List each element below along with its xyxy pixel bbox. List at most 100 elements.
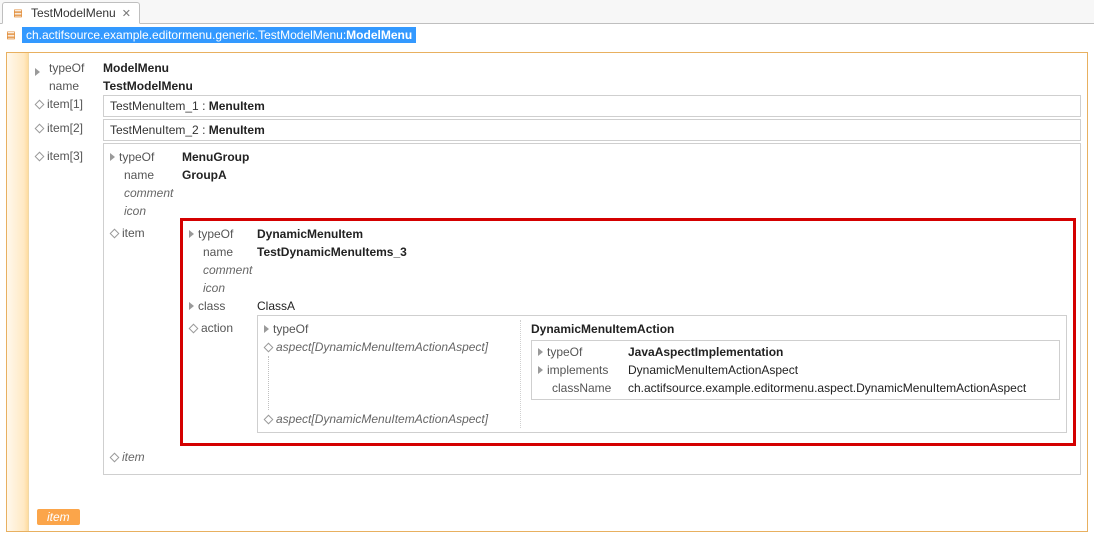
property-row[interactable]: typeOf DynamicMenuItem [189, 225, 1067, 243]
prop-label: item [122, 448, 145, 466]
item-row[interactable]: item[2] TestMenuItem_2 : MenuItem [35, 119, 1081, 143]
breadcrumb-last: ModelMenu [346, 28, 412, 42]
action-left: typeOf aspect[DynamicMenuItemActionAspec… [264, 320, 520, 428]
menugroup-box[interactable]: typeOf MenuGroup name GroupA comment ico… [103, 143, 1081, 475]
prop-label: action [201, 319, 233, 337]
prop-value: GroupA [182, 166, 227, 184]
item-sep: : [202, 123, 205, 137]
property-row[interactable]: className ch.actifsource.example.editorm… [538, 379, 1053, 397]
prop-label: typeOf [547, 343, 582, 361]
action-right: DynamicMenuItemAction typeOf JavaAspectI… [520, 320, 1060, 428]
item-name: TestMenuItem_2 [110, 123, 199, 137]
prop-value: ClassA [257, 297, 295, 315]
item-type: MenuItem [209, 123, 265, 137]
action-row[interactable]: action typeOf aspect[Dynamic [189, 315, 1067, 433]
item-box[interactable]: TestMenuItem_2 : MenuItem [103, 119, 1081, 141]
item-sep: : [202, 99, 205, 113]
spacer [35, 81, 45, 91]
diamond-icon[interactable] [189, 323, 199, 333]
item-add-label: item [47, 510, 70, 524]
property-row[interactable]: DynamicMenuItemAction [531, 320, 1060, 338]
prop-label: className [552, 379, 611, 397]
model-icon: ▤ [4, 28, 18, 42]
property-row[interactable]: icon [189, 279, 1067, 297]
property-row[interactable]: class ClassA [189, 297, 1067, 315]
prop-label: comment [203, 261, 252, 279]
breadcrumb[interactable]: ▤ ch.actifsource.example.editormenu.gene… [0, 24, 1094, 46]
prop-label: name [203, 243, 233, 261]
prop-label: typeOf [49, 59, 84, 77]
property-row[interactable]: icon [110, 202, 1074, 220]
prop-label: item[3] [47, 147, 83, 165]
model-icon: ▤ [11, 6, 25, 20]
expand-icon[interactable] [189, 225, 194, 243]
tab-title: TestModelMenu [31, 6, 116, 20]
editor-content: typeOf ModelMenu name TestModelMenu item… [35, 59, 1081, 475]
diamond-icon[interactable] [110, 452, 120, 462]
property-row[interactable]: comment [189, 261, 1067, 279]
item-placeholder-row[interactable]: item [110, 448, 1074, 466]
prop-label: icon [124, 202, 146, 220]
property-row[interactable]: typeOf JavaAspectImplementation [538, 343, 1053, 361]
expand-icon[interactable] [264, 320, 269, 338]
diamond-icon[interactable] [35, 99, 45, 109]
editor-panel: typeOf ModelMenu name TestModelMenu item… [6, 52, 1088, 532]
diamond-icon[interactable] [110, 228, 120, 238]
prop-label: typeOf [119, 148, 154, 166]
item-name: TestMenuItem_1 [110, 99, 199, 113]
prop-label: implements [547, 361, 608, 379]
expand-icon[interactable] [189, 297, 194, 315]
diamond-icon[interactable] [35, 151, 45, 161]
prop-label: icon [203, 279, 225, 297]
property-row[interactable]: name TestModelMenu [35, 77, 1081, 95]
expand-icon[interactable] [35, 63, 45, 73]
property-row[interactable]: typeOf MenuGroup [110, 148, 1074, 166]
property-row[interactable]: comment [110, 184, 1074, 202]
prop-value: TestDynamicMenuItems_3 [257, 243, 407, 261]
close-icon[interactable]: ✕ [122, 7, 131, 20]
aspect-label: aspect[DynamicMenuItemActionAspect] [276, 338, 488, 356]
connector-line [268, 356, 520, 410]
tab-bar: ▤ TestModelMenu ✕ [0, 0, 1094, 24]
prop-label: item[1] [47, 95, 83, 113]
prop-label: item[2] [47, 119, 83, 137]
item-type: MenuItem [209, 99, 265, 113]
action-box[interactable]: typeOf aspect[DynamicMenuItemActionAspec… [257, 315, 1067, 433]
gutter [7, 53, 29, 531]
aspect-row[interactable]: aspect[DynamicMenuItemActionAspect] [264, 410, 520, 428]
prop-label: comment [124, 184, 173, 202]
expand-icon[interactable] [538, 343, 543, 361]
property-row[interactable]: name GroupA [110, 166, 1074, 184]
prop-value: DynamicMenuItemActionAspect [628, 361, 798, 379]
item-row[interactable]: item[3] typeOf MenuGroup name GroupA com… [35, 143, 1081, 475]
breadcrumb-path: ch.actifsource.example.editormenu.generi… [26, 28, 346, 42]
prop-value: DynamicMenuItem [257, 225, 363, 243]
diamond-icon[interactable] [264, 342, 274, 352]
aspect-row[interactable]: aspect[DynamicMenuItemActionAspect] [264, 338, 520, 356]
item-row[interactable]: item[1] TestMenuItem_1 : MenuItem [35, 95, 1081, 119]
prop-value: JavaAspectImplementation [628, 343, 783, 361]
expand-icon[interactable] [538, 361, 543, 379]
prop-label: class [198, 297, 225, 315]
expand-icon[interactable] [110, 148, 115, 166]
item-add-button[interactable]: item [37, 509, 80, 525]
item-row[interactable]: item typeOf DynamicMenuItem name TestDyn… [110, 220, 1074, 444]
prop-label: typeOf [198, 225, 233, 243]
diamond-icon[interactable] [264, 414, 274, 424]
item-box[interactable]: TestMenuItem_1 : MenuItem [103, 95, 1081, 117]
impl-box[interactable]: typeOf JavaAspectImplementation implemen… [531, 340, 1060, 400]
prop-label: name [49, 77, 79, 95]
prop-label: typeOf [273, 320, 308, 338]
prop-value: MenuGroup [182, 148, 249, 166]
prop-label: name [124, 166, 154, 184]
aspect-label: aspect[DynamicMenuItemActionAspect] [276, 410, 488, 428]
breadcrumb-text[interactable]: ch.actifsource.example.editormenu.generi… [22, 27, 416, 43]
prop-value: ModelMenu [103, 59, 169, 77]
property-row[interactable]: name TestDynamicMenuItems_3 [189, 243, 1067, 261]
diamond-icon[interactable] [35, 123, 45, 133]
property-row[interactable]: typeOf [264, 320, 520, 338]
dynamicmenuitem-box[interactable]: typeOf DynamicMenuItem name TestDynamicM… [182, 220, 1074, 444]
property-row[interactable]: typeOf ModelMenu [35, 59, 1081, 77]
property-row[interactable]: implements DynamicMenuItemActionAspect [538, 361, 1053, 379]
tab-testmodelmenu[interactable]: ▤ TestModelMenu ✕ [2, 2, 140, 24]
